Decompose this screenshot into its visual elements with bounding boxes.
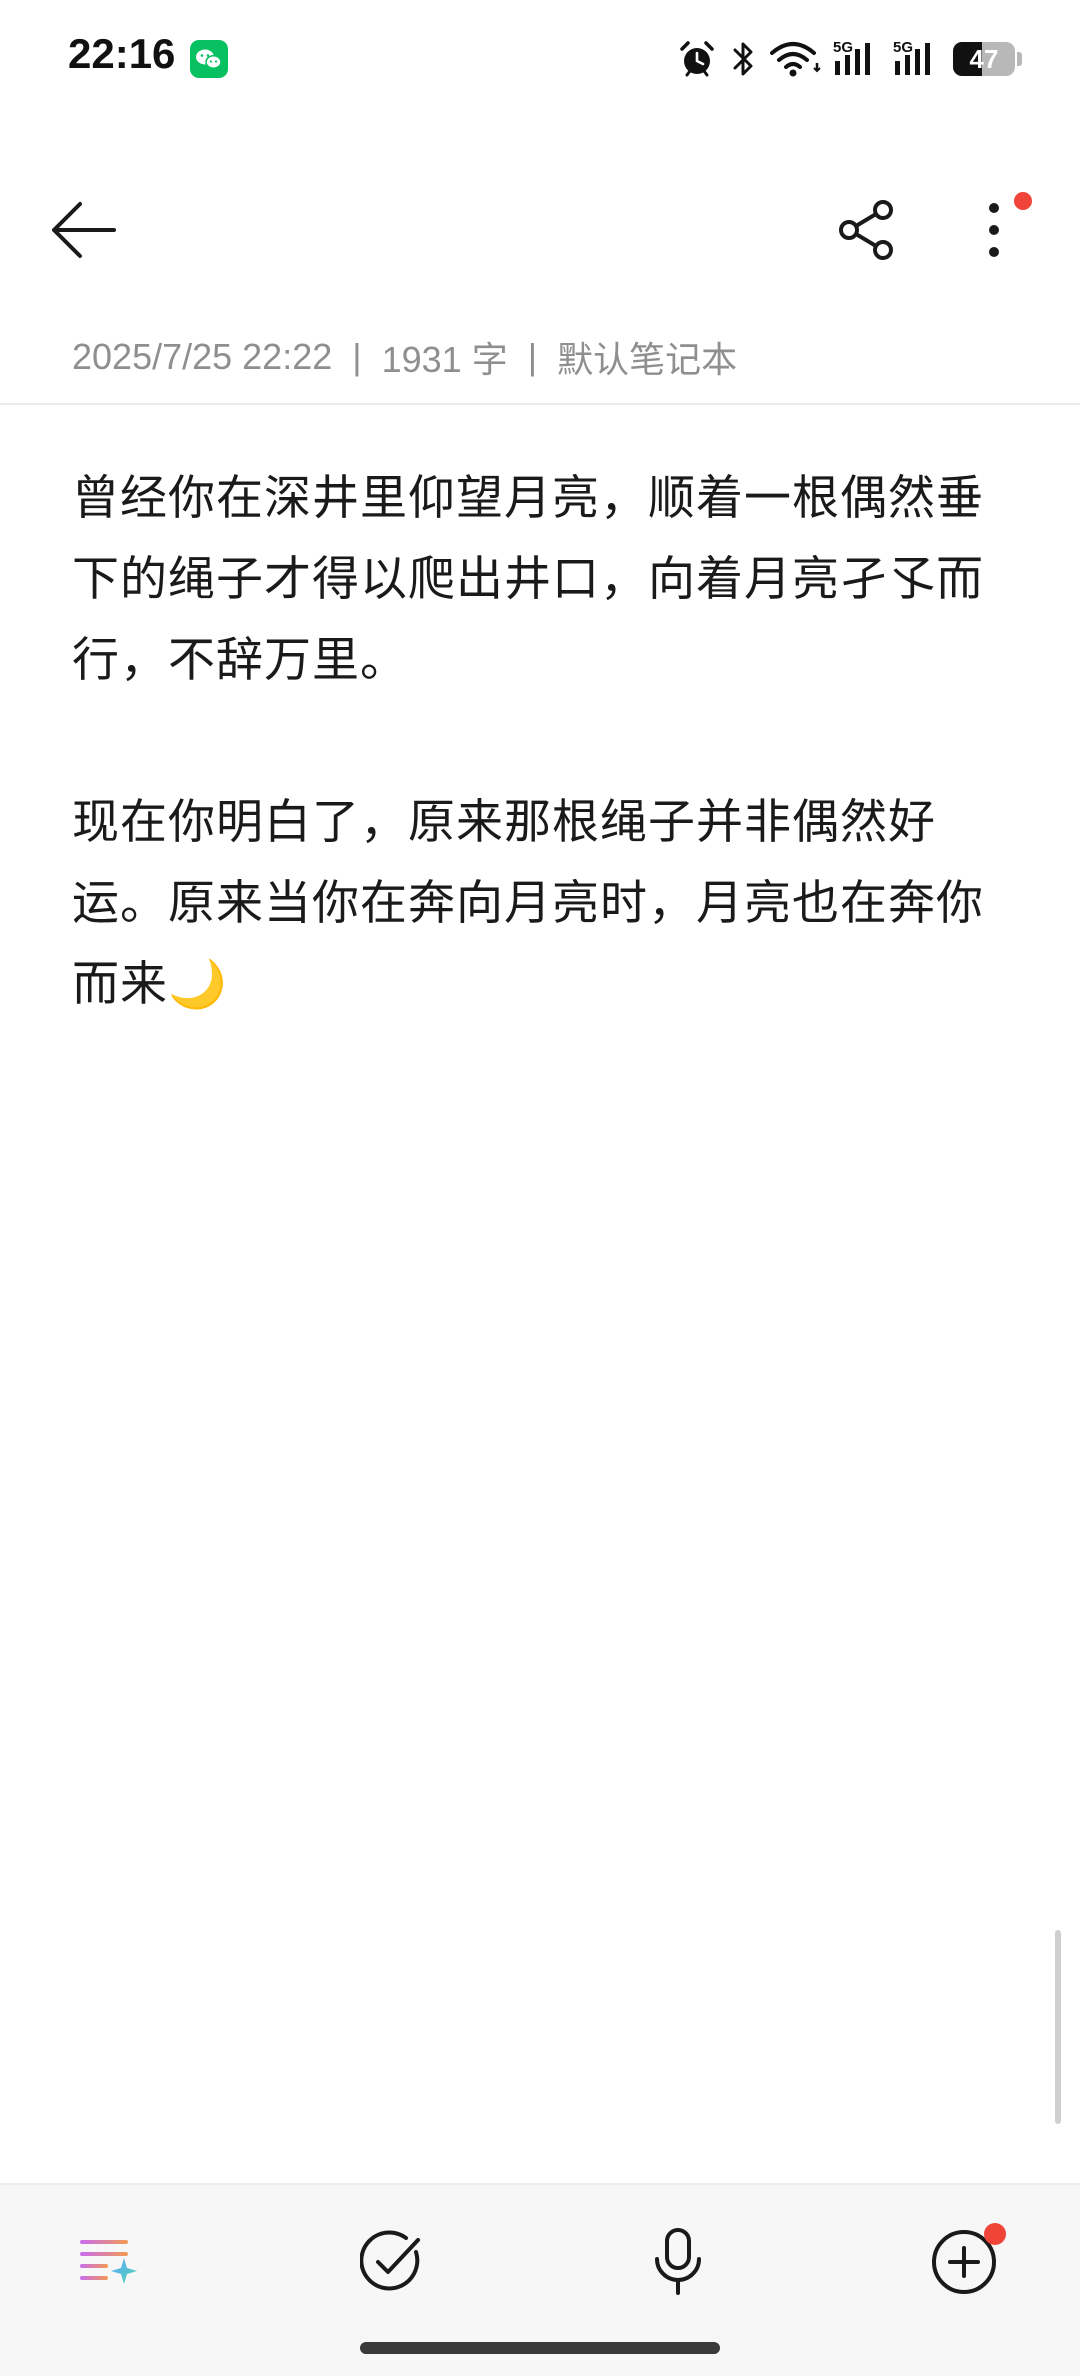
meta-separator: | [527,336,538,377]
checklist-button[interactable] [342,2217,442,2307]
home-indicator[interactable] [360,2342,720,2354]
share-button[interactable] [824,192,912,268]
battery-level: 47 [969,44,999,74]
alarm-icon [677,39,717,79]
wifi-icon [769,39,821,79]
note-paragraph[interactable]: 现在你明白了，原来那根绳子并非偶然好运。原来当你在奔向月亮时，月亮也在奔你而来🌙 [72,782,1002,1025]
scrollbar-thumb[interactable] [1055,1930,1061,2124]
microphone-icon [655,2228,701,2295]
note-detail-screen: 22:16 5G 5G 47 2025/7/25 22:22 | 1931 字 … [0,0,1080,2376]
notification-dot [1014,192,1032,210]
arrow-left-icon [52,202,116,258]
battery-icon: 47 [953,42,1015,76]
share-icon [839,200,893,260]
note-datetime: 2025/7/25 22:22 [72,336,333,377]
status-icons: 5G 5G 47 [677,36,1022,82]
notification-dot [984,2223,1006,2245]
note-paragraph[interactable]: 曾经你在深井里仰望月亮，顺着一根偶然垂下的绳子才得以爬出井口，向着月亮孑孓而行，… [72,458,1002,701]
note-toolbar [0,170,1080,290]
checklist-icon [360,2230,420,2291]
wechat-icon [190,40,228,78]
header-divider [0,403,1080,405]
notebook-name[interactable]: 默认笔记本 [557,331,737,383]
battery-cap [1017,52,1022,66]
signal-5g-icon: 5G [893,39,941,79]
more-button[interactable] [954,192,1034,268]
status-bar: 22:16 5G 5G 47 [0,0,1080,118]
status-time: 22:16 [68,30,176,77]
note-body[interactable]: 曾经你在深井里仰望月亮，顺着一根偶然垂下的绳子才得以爬出井口，向着月亮孑孓而行，… [72,458,1002,1025]
bluetooth-icon [729,39,757,79]
ai-format-button[interactable] [58,2217,158,2307]
signal-5g-icon: 5G [833,39,881,79]
note-meta: 2025/7/25 22:22 | 1931 字 | 默认笔记本 [72,332,737,382]
back-button[interactable] [40,192,126,268]
voice-input-button[interactable] [628,2217,728,2307]
more-vertical-icon [989,203,999,257]
ai-format-icon [80,2240,137,2284]
add-button[interactable] [914,2217,1014,2307]
meta-separator: | [352,336,362,377]
word-count: 1931 字 [381,339,508,380]
